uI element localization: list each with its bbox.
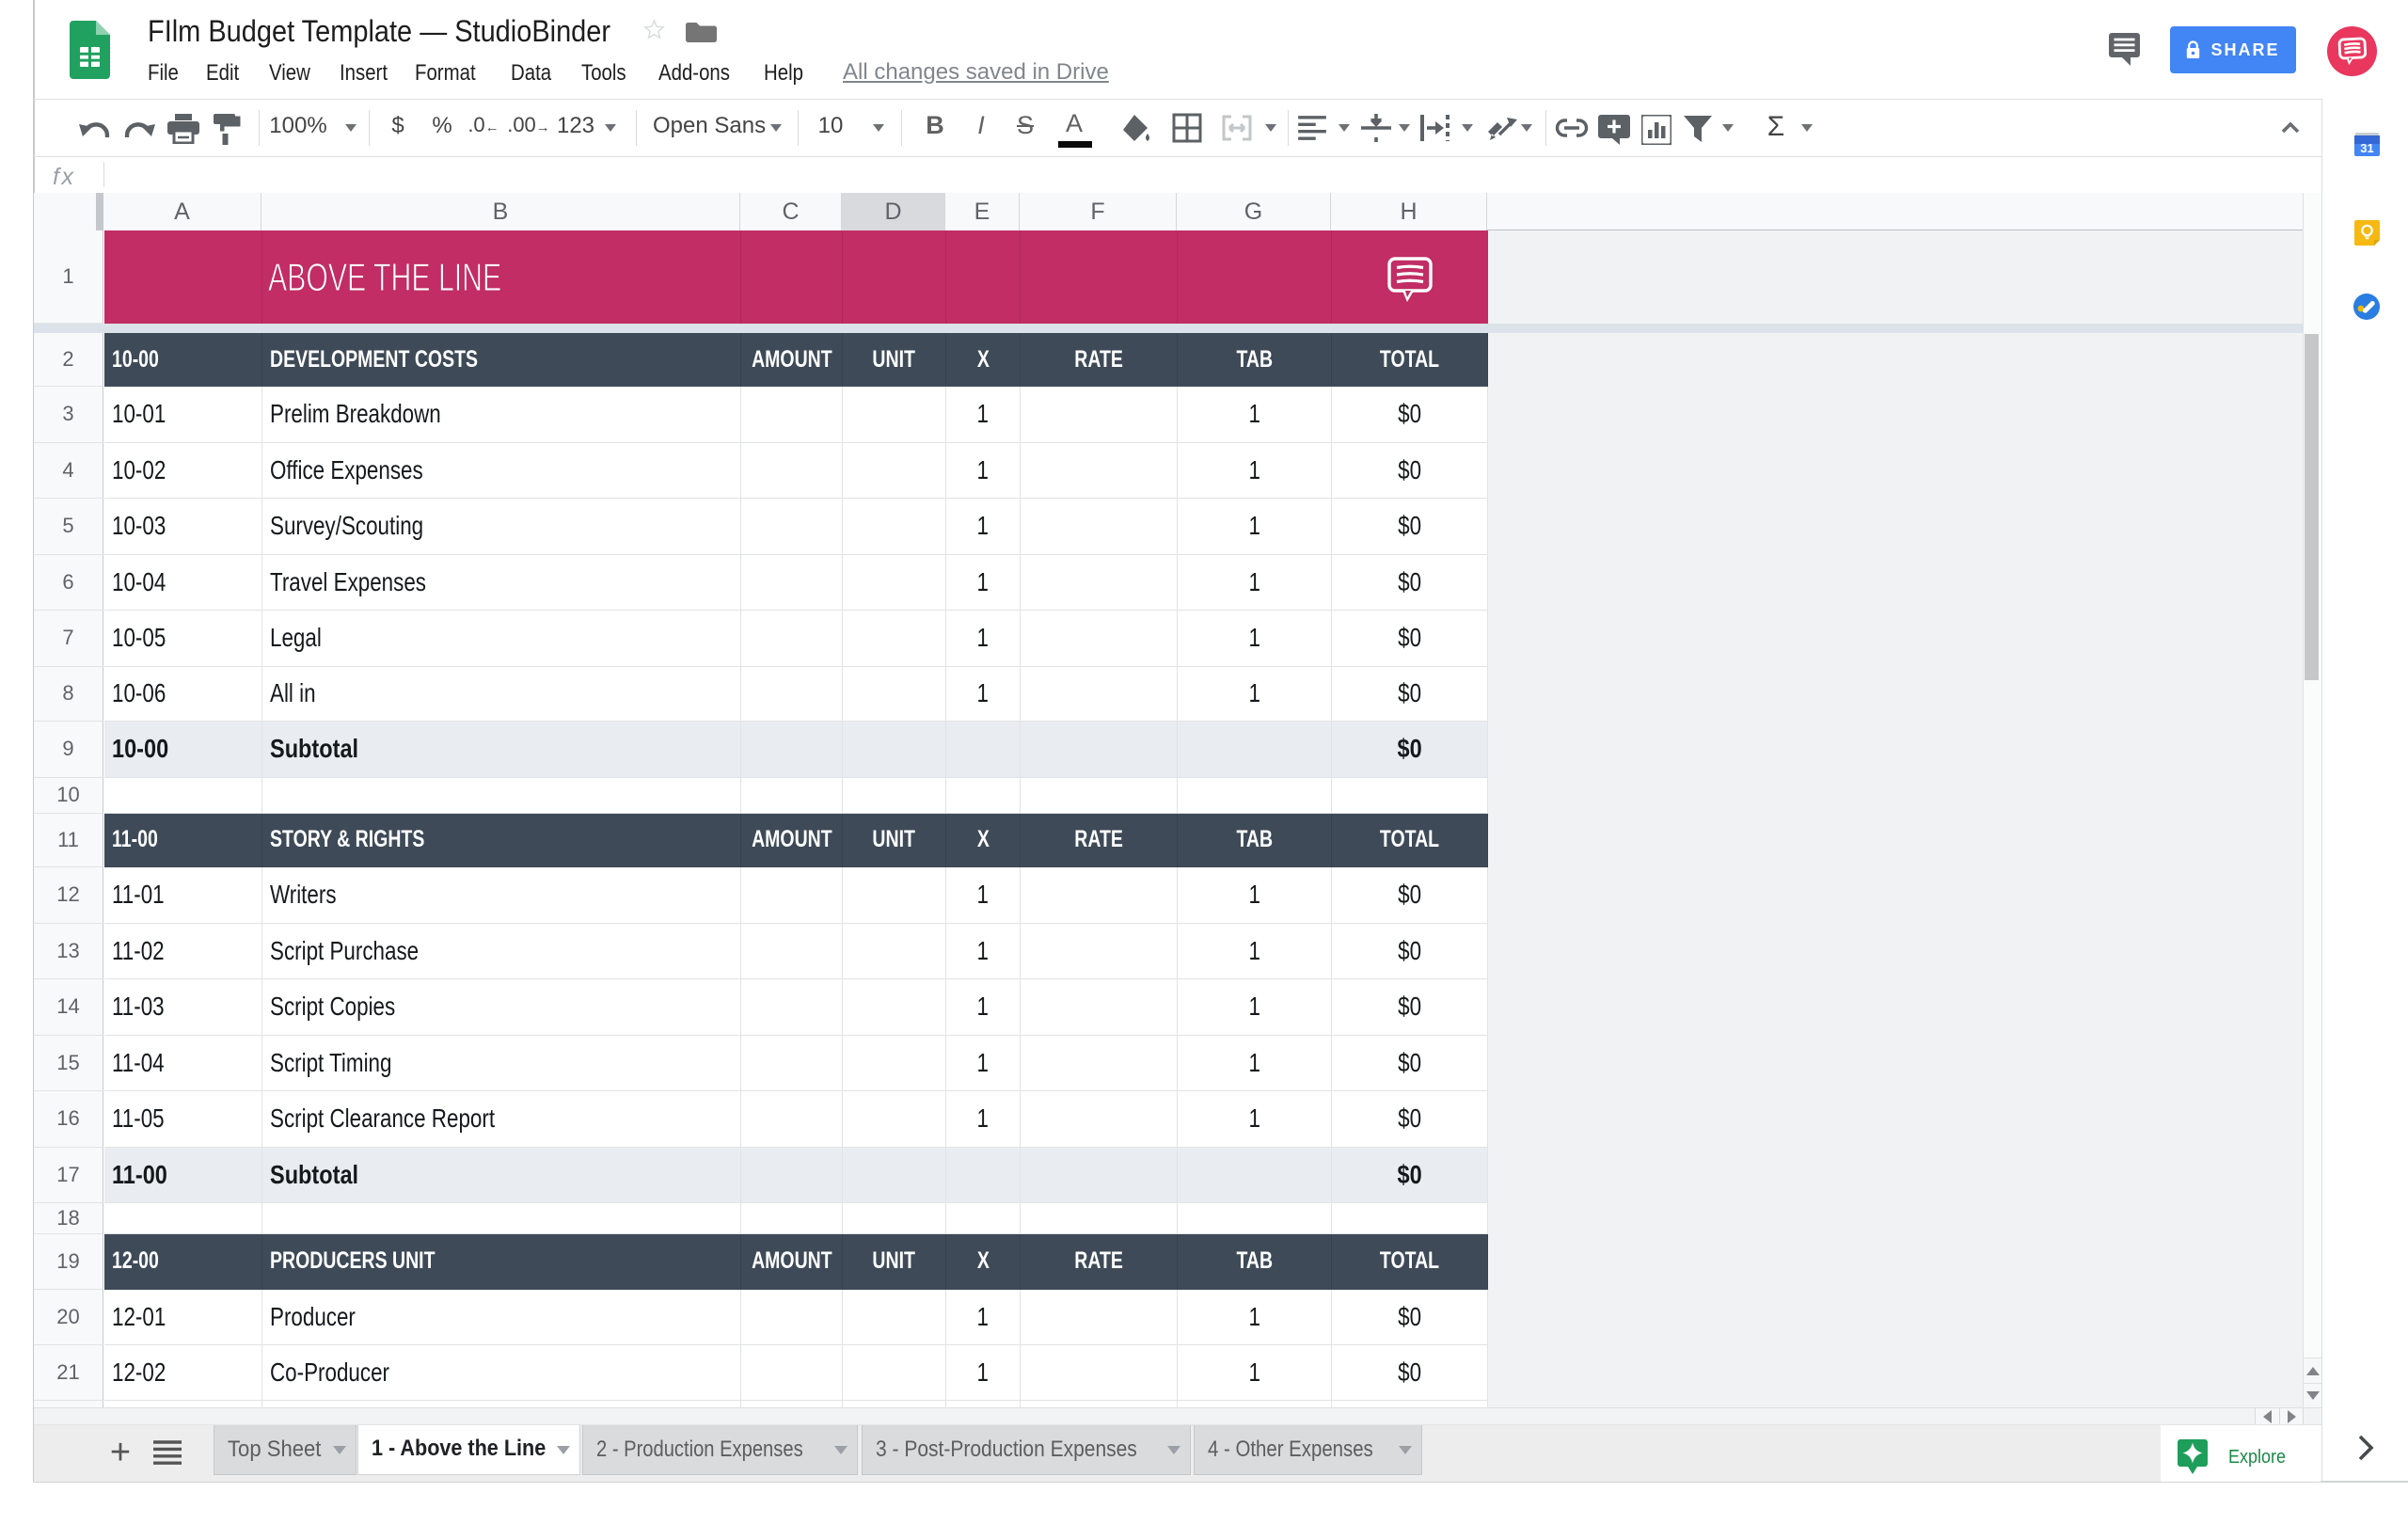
svg-text:31: 31 (2360, 141, 2373, 155)
